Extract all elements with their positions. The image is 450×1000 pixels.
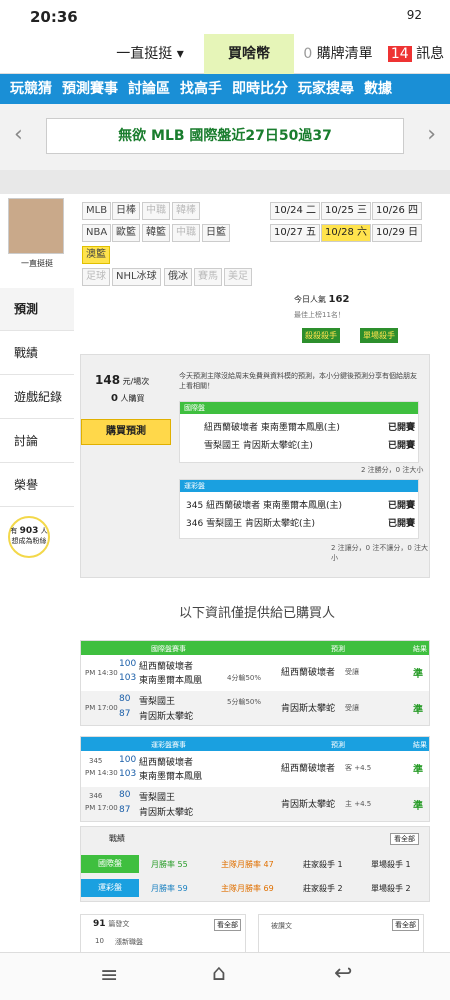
sidebar-item-honor[interactable]: 榮譽: [0, 464, 74, 507]
mini-row: 345 紐西蘭破壞者 東南墨爾本鳳凰(主): [186, 501, 342, 511]
view-all-button[interactable]: 看全部: [214, 919, 241, 931]
clock: 20:36: [30, 8, 78, 26]
table-row: PM 14:30 100 紐西蘭破壞者 103 東南墨爾本鳳凰 4分輸50% 紐…: [81, 655, 429, 691]
mini-status: 已開賽: [388, 519, 416, 529]
mini-status: 已開賽: [388, 501, 416, 511]
user-dropdown[interactable]: 一直挺挺 ▾: [100, 34, 200, 74]
table-row: PM 17:00 80 雪梨國王 87 肯因斯太攀蛇 5分輸50% 肯因斯太攀蛇…: [81, 691, 429, 725]
top-nav: 一直挺挺 ▾ 買啥幣 0 購牌清單 14 訊息: [0, 34, 450, 74]
menu-item[interactable]: 玩家搜尋: [298, 74, 354, 104]
chevron-left-icon[interactable]: ‹: [14, 122, 23, 147]
menu-item[interactable]: 找高手: [180, 74, 222, 104]
date-tab[interactable]: 10/26 四: [372, 202, 422, 220]
table-header: 國際盤賽事 預測 結果: [81, 641, 429, 655]
sidebar-item-discuss[interactable]: 討論: [0, 420, 74, 463]
view-all-button[interactable]: 看全部: [390, 833, 419, 845]
league-tag[interactable]: 韓棒: [172, 202, 200, 220]
main-menu: 玩競猜 預測賽事 討論區 找高手 即時比分 玩家搜尋 數據: [0, 74, 450, 104]
chevron-right-icon[interactable]: ›: [427, 122, 436, 147]
sidebar-item-predict[interactable]: 預測: [0, 288, 74, 331]
liked-box: 被讚文 看全部: [258, 914, 424, 954]
league-tag[interactable]: 日籃: [202, 224, 230, 242]
mini-row: 雪梨國王 肯因斯太攀蛇(主): [204, 441, 313, 451]
league-tag[interactable]: 日棒: [112, 202, 140, 220]
fans-badge: 有 903 人想成為粉絲: [8, 516, 50, 558]
popularity: 今日人氣 162: [294, 294, 350, 305]
menu-item[interactable]: 討論區: [128, 74, 170, 104]
rank-text: 最佳上榜11名！: [294, 311, 345, 319]
badge: 單場殺手: [360, 328, 398, 343]
home-icon[interactable]: ⌂: [212, 961, 226, 986]
league-tag[interactable]: 俄冰: [164, 268, 192, 286]
price: 148 元/場次: [95, 373, 150, 387]
record-panel: 戰績 看全部 國際盤 月勝率 55 主隊月勝率 47 莊家殺手 1 單場殺手 1…: [80, 826, 430, 902]
view-all-button[interactable]: 看全部: [392, 919, 419, 931]
menu-item[interactable]: 數據: [364, 74, 392, 104]
league-tag[interactable]: MLB: [82, 202, 112, 220]
prediction-panel: 148 元/場次 0 人購買 購買預測 今天預測主隊沒給周末免費與資料模的預測，…: [80, 354, 430, 578]
purchase-list-button[interactable]: 0 購牌清單: [296, 34, 380, 74]
mini-footer: 2 注讓分，0 注不讓分，0 注大小: [331, 544, 429, 562]
banner-carousel: ‹ 無欲 MLB 國際盤近27日50過37 ›: [0, 104, 450, 170]
table-row: 345 PM 14:30 100 紐西蘭破壞者 103 東南墨爾本鳳凰 紐西蘭破…: [81, 751, 429, 787]
date-tab-selected[interactable]: 10/28 六: [321, 224, 371, 242]
league-tag[interactable]: NHL冰球: [112, 268, 161, 286]
avatar[interactable]: [8, 198, 64, 254]
mini-row: 紐西蘭破壞者 東南墨爾本鳳凰(主): [204, 423, 340, 433]
mini-status: 已開賽: [388, 423, 416, 433]
record-row: 運彩盤 月勝率 59 主隊月勝率 69 莊家殺手 2 單場殺手 2: [81, 877, 429, 899]
notice: 今天預測主隊沒給周末免費與資料模的預測，本小分鍵後預測分享有個給朋友上看相關！: [179, 372, 417, 390]
username: 一直挺挺: [21, 259, 53, 268]
info-title: 以下資訊僅提供給已購買人: [178, 606, 335, 621]
sidebar-item-history[interactable]: 遊戲紀錄: [0, 376, 74, 419]
status-bar: 20:36 92: [0, 0, 450, 34]
date-tab[interactable]: 10/24 二: [270, 202, 320, 220]
sport-table: 運彩盤賽事 預測 結果 345 PM 14:30 100 紐西蘭破壞者 103 …: [80, 736, 430, 822]
divider: [0, 170, 450, 194]
system-nav-bar: ≡ ⌂ ↩: [0, 952, 450, 1000]
buy-coins-button[interactable]: 買啥幣: [204, 34, 294, 74]
battery-indicator: 92: [406, 8, 422, 22]
intl-table: 國際盤賽事 預測 結果 PM 14:30 100 紐西蘭破壞者 103 東南墨爾…: [80, 640, 430, 726]
messages-button[interactable]: 14 訊息: [382, 34, 450, 74]
league-tag[interactable]: NBA: [82, 224, 112, 242]
league-tag[interactable]: 賽馬: [194, 268, 222, 286]
back-icon[interactable]: ↩: [334, 961, 352, 986]
date-tab[interactable]: 10/27 五: [270, 224, 320, 242]
league-tag-selected[interactable]: 澳籃: [82, 246, 110, 264]
sport-mini-table: 運彩盤 345 紐西蘭破壞者 東南墨爾本鳳凰(主) 已開賽 346 雪梨國王 肯…: [179, 479, 419, 539]
mini-footer: 2 注勝分，0 注大小: [361, 466, 424, 474]
mini-status: 已開賽: [388, 441, 416, 451]
mini-header: 國際盤: [180, 402, 418, 414]
menu-icon[interactable]: ≡: [100, 963, 118, 988]
date-tab[interactable]: 10/25 三: [321, 202, 371, 220]
league-tag[interactable]: 韓籃: [142, 224, 170, 242]
intl-mini-table: 國際盤 紐西蘭破壞者 東南墨爾本鳳凰(主) 已開賽 雪梨國王 肯因斯太攀蛇(主)…: [179, 401, 419, 463]
league-tag[interactable]: 美足: [224, 268, 252, 286]
badge: 殺殺殺手: [302, 328, 340, 343]
buy-prediction-button[interactable]: 購買預測: [81, 419, 171, 445]
record-row: 國際盤 月勝率 55 主隊月勝率 47 莊家殺手 1 單場殺手 1: [81, 853, 429, 875]
league-tag[interactable]: 歐籃: [112, 224, 140, 242]
mini-row: 346 雪梨國王 肯因斯太攀蛇(主): [186, 519, 315, 529]
menu-item[interactable]: 預測賽事: [62, 74, 118, 104]
league-tag[interactable]: 中職: [142, 202, 170, 220]
menu-item[interactable]: 玩競猜: [10, 74, 52, 104]
table-header: 運彩盤賽事 預測 結果: [81, 737, 429, 751]
record-title: 戰績: [109, 834, 125, 843]
main-content: MLB 日棒 中職 韓棒 NBA 歐籃 韓籃 中職 日籃 澳籃 足球 NHL冰球…: [78, 194, 436, 954]
mini-header: 運彩盤: [180, 480, 418, 492]
menu-item[interactable]: 即時比分: [232, 74, 288, 104]
banner-text[interactable]: 無欲 MLB 國際盤近27日50過37: [46, 118, 404, 154]
posts-box: 91 篇發文 看全部 10 漲新職盤: [80, 914, 246, 954]
league-tag[interactable]: 中職: [172, 224, 200, 242]
sidebar-item-record[interactable]: 戰績: [0, 332, 74, 375]
league-tag[interactable]: 足球: [82, 268, 110, 286]
buyers: 0 人購買: [111, 393, 145, 404]
table-row: 346 PM 17:00 80 雪梨國王 87 肯因斯太攀蛇 肯因斯太攀蛇 主 …: [81, 787, 429, 821]
sidebar: 一直挺挺 預測 戰績 遊戲紀錄 討論 榮譽 有 903 人想成為粉絲: [0, 194, 74, 954]
date-tab[interactable]: 10/29 日: [372, 224, 422, 242]
